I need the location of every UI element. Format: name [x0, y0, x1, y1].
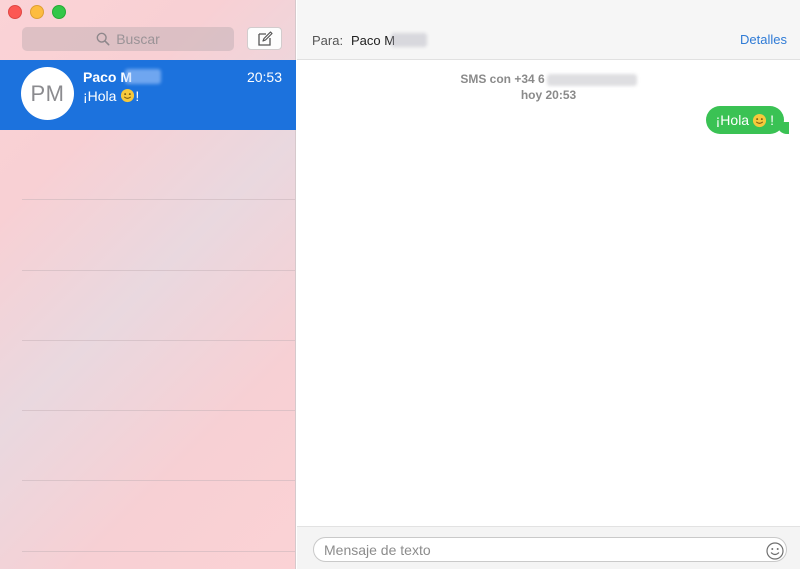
list-divider — [22, 270, 295, 271]
sms-number-label: SMS con +34 6 — [460, 72, 545, 86]
preview-text-start: ¡Hola — [83, 88, 121, 104]
list-divider — [22, 410, 295, 411]
compose-icon — [257, 30, 273, 46]
search-icon — [96, 32, 110, 46]
preview-text-end: ! — [135, 88, 140, 104]
messages-window: Buscar PM Paco M 20:53 ¡Hola ! Para: Pac… — [0, 0, 800, 569]
minimize-window-button[interactable] — [30, 5, 44, 19]
conversation-item[interactable]: PM Paco M 20:53 ¡Hola ! — [0, 60, 296, 130]
window-controls — [8, 5, 66, 19]
conversation-header: Para: Paco M Detalles — [297, 0, 800, 60]
emoji-picker-icon[interactable] — [766, 542, 784, 560]
list-divider — [22, 551, 295, 552]
avatar: PM — [21, 67, 74, 120]
redacted-recipient-blur — [391, 33, 427, 47]
recipient-name[interactable]: Paco M — [351, 33, 395, 48]
new-message-button[interactable] — [247, 27, 282, 50]
compose-bar — [297, 526, 800, 569]
search-field[interactable]: Buscar — [22, 27, 234, 51]
redacted-number-blur — [546, 73, 637, 86]
message-text-end: ! — [770, 112, 774, 128]
list-divider — [22, 480, 295, 481]
search-placeholder: Buscar — [116, 31, 160, 47]
thread-info: SMS con +34 6 — [297, 72, 800, 86]
zoom-window-button[interactable] — [52, 5, 66, 19]
conversation-pane: Para: Paco M Detalles SMS con +34 6 hoy … — [297, 0, 800, 569]
redacted-name-blur — [125, 69, 161, 84]
list-divider — [22, 199, 295, 200]
smile-icon — [753, 113, 767, 127]
to-label: Para: — [312, 33, 344, 48]
close-window-button[interactable] — [8, 5, 22, 19]
message-bubble-outgoing[interactable]: ¡Hola ! — [705, 106, 790, 134]
message-input[interactable] — [313, 537, 787, 562]
list-divider — [22, 340, 295, 341]
sidebar: Buscar PM Paco M 20:53 ¡Hola ! — [0, 0, 296, 569]
conversation-time: 20:53 — [246, 69, 282, 85]
message-text-start: ¡Hola — [715, 112, 750, 128]
smile-icon — [121, 88, 135, 103]
conversation-preview: ¡Hola ! — [83, 88, 139, 104]
thread-timestamp: hoy 20:53 — [520, 88, 577, 102]
details-button[interactable]: Detalles — [740, 32, 787, 47]
